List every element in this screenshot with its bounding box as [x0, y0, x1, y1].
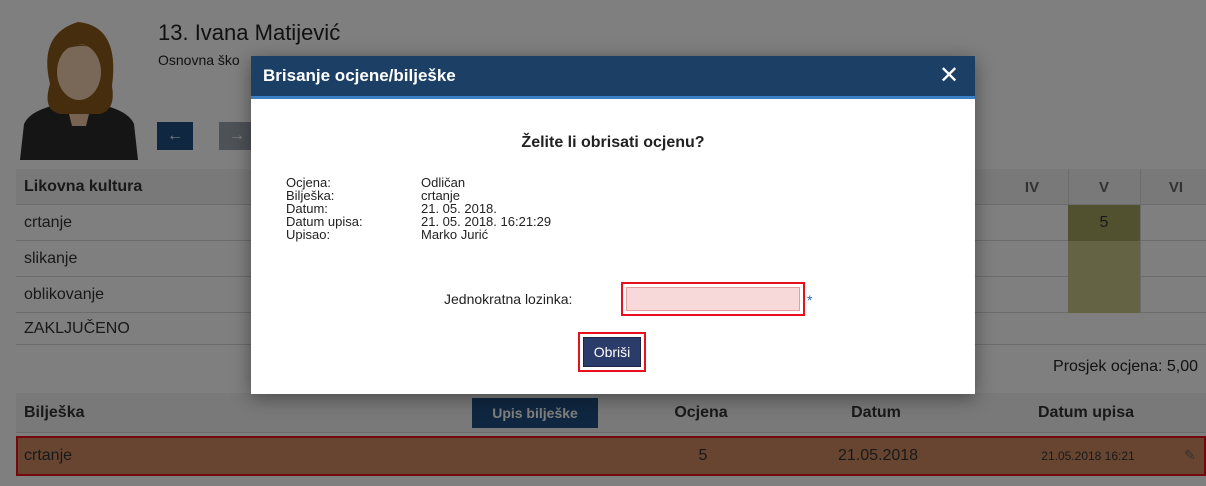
required-marker: * — [807, 292, 813, 308]
dialog-title: Brisanje ocjene/bilješke — [263, 66, 456, 85]
detail-key: Upisao: — [286, 227, 331, 242]
detail-value: Marko Jurić — [421, 227, 489, 242]
detail-line: Upisao: Marko Jurić — [286, 228, 551, 241]
dialog-header: Brisanje ocjene/bilješke — [251, 56, 975, 99]
close-icon[interactable]: ✕ — [937, 64, 961, 88]
password-highlight — [621, 282, 805, 316]
delete-grade-dialog: Brisanje ocjene/bilješke ✕ Želite li obr… — [251, 56, 975, 394]
delete-button-highlight: Obriši — [578, 332, 646, 372]
delete-button[interactable]: Obriši — [583, 337, 641, 367]
confirm-question: Želite li obrisati ocjenu? — [521, 134, 705, 151]
grade-details: Ocjena: Odličan Bilješka: crtanje Datum:… — [286, 176, 551, 241]
password-label: Jednokratna lozinka: — [444, 291, 573, 307]
one-time-password-input[interactable] — [626, 287, 800, 311]
